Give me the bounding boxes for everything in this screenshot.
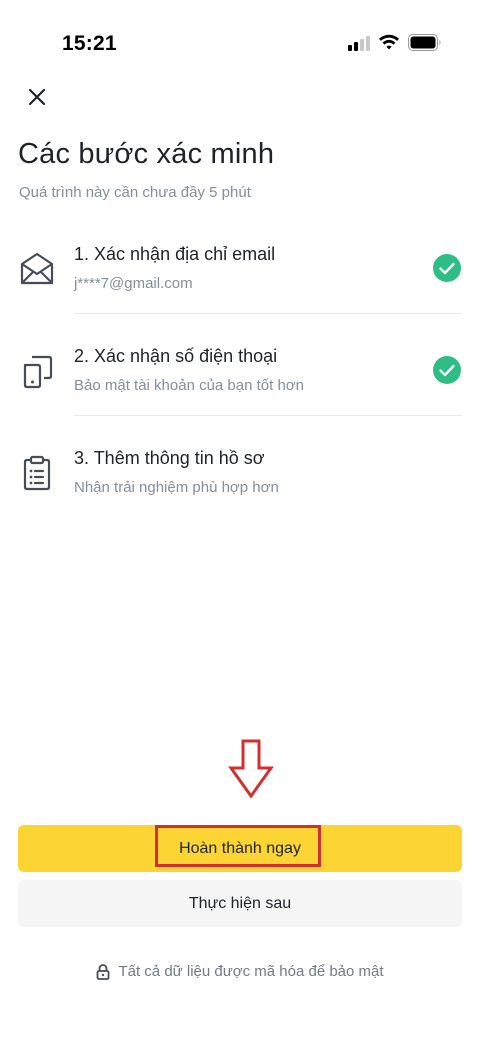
step-desc: j****7@gmail.com (74, 275, 193, 292)
step-phone-verification[interactable]: 2. Xác nhận số điện thoại Bảo mật tài kh… (0, 334, 480, 434)
clipboard-icon (23, 455, 51, 491)
cellular-signal-icon (348, 35, 370, 51)
wifi-icon (379, 34, 399, 50)
step-desc: Bảo mật tài khoản của bạn tốt hơn (74, 377, 304, 394)
do-later-button[interactable]: Thực hiện sau (18, 880, 462, 927)
do-later-label: Thực hiện sau (188, 894, 292, 912)
page-subtitle: Quá trình này cần chưa đầy 5 phút (19, 184, 251, 201)
step-desc: Nhận trải nghiệm phù hợp hơn (74, 479, 279, 496)
close-button[interactable] (22, 82, 52, 112)
battery-icon (408, 34, 441, 51)
status-icons (348, 34, 442, 51)
page-title: Các bước xác minh (18, 138, 275, 170)
divider (74, 313, 462, 314)
divider (74, 415, 462, 416)
security-note-text: Tất cả dữ liệu được mã hóa để bảo mật (118, 963, 384, 980)
step-title: 1. Xác nhận địa chỉ email (74, 244, 276, 264)
status-time: 15:21 (62, 32, 117, 55)
phone-icon (23, 355, 53, 389)
envelope-icon (20, 252, 54, 285)
check-circle-icon (433, 254, 461, 282)
step-title: 3. Thêm thông tin hồ sơ (74, 448, 265, 468)
step-email-verification[interactable]: 1. Xác nhận địa chỉ email j****7@gmail.c… (0, 232, 480, 332)
security-note: Tất cả dữ liệu được mã hóa để bảo mật (0, 963, 480, 980)
close-icon (28, 88, 46, 106)
step-title: 2. Xác nhận số điện thoại (74, 346, 278, 366)
check-circle-icon (433, 356, 461, 384)
status-bar: 15:21 (0, 0, 480, 80)
complete-now-label: Hoàn thành ngay (179, 839, 301, 857)
complete-now-button[interactable]: Hoàn thành ngay (18, 825, 462, 872)
annotation-arrow-icon (228, 739, 274, 799)
lock-icon (97, 963, 110, 980)
step-profile-info[interactable]: 3. Thêm thông tin hồ sơ Nhận trải nghiệm… (0, 436, 480, 536)
